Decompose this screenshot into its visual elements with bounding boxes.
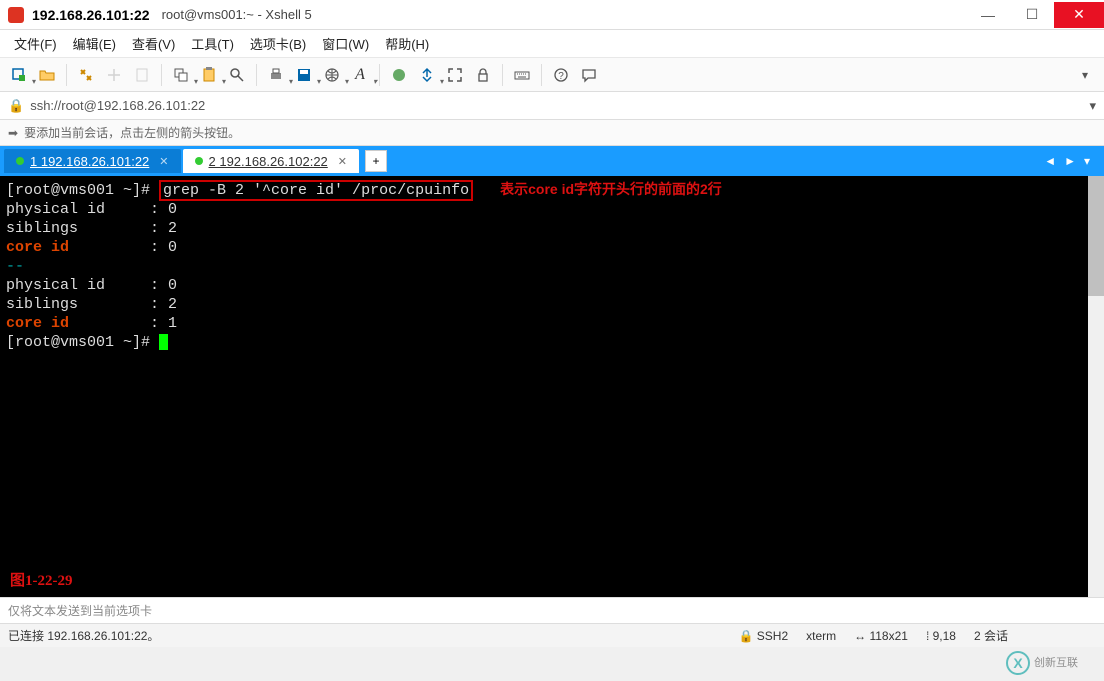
tab-prev-icon[interactable]: ◄	[1044, 154, 1056, 168]
tab-list-icon[interactable]: ▾	[1084, 154, 1090, 168]
watermark: X 创新互联	[1006, 649, 1096, 677]
output-line: siblings : 2	[6, 296, 177, 313]
separator: --	[6, 258, 24, 275]
tab-next-icon[interactable]: ►	[1064, 154, 1076, 168]
status-size: ↔ 118x21	[854, 629, 908, 643]
font-icon[interactable]: A	[347, 62, 373, 88]
chat-icon[interactable]	[576, 62, 602, 88]
copy-icon[interactable]	[168, 62, 194, 88]
tab-session-1[interactable]: 1 192.168.26.101:22 ✕	[4, 149, 181, 173]
fullscreen-icon[interactable]	[442, 62, 468, 88]
title-session: root@vms001:~ - Xshell 5	[162, 7, 312, 22]
status-cursor-pos: ⁞ 9,18	[926, 629, 956, 643]
menu-file[interactable]: 文件(F)	[8, 30, 63, 57]
status-bar: 已连接 192.168.26.101:22。 🔒 SSH2 xterm ↔ 11…	[0, 623, 1104, 647]
output-line: siblings : 2	[6, 220, 177, 237]
match-text: core id	[6, 315, 69, 332]
open-folder-icon[interactable]	[34, 62, 60, 88]
address-url: ssh://root@192.168.26.101:22	[30, 98, 205, 113]
paste-icon[interactable]	[196, 62, 222, 88]
maximize-button[interactable]: ☐	[1010, 2, 1054, 28]
prompt: [root@vms001 ~]#	[6, 334, 159, 351]
status-termtype: xterm	[806, 629, 836, 643]
watermark-logo-icon: X	[1006, 651, 1030, 675]
titlebar: 192.168.26.101:22 root@vms001:~ - Xshell…	[0, 0, 1104, 30]
print-icon[interactable]	[263, 62, 289, 88]
svg-text:?: ?	[558, 71, 564, 82]
menu-tools[interactable]: 工具(T)	[185, 30, 240, 57]
scrollbar-thumb[interactable]	[1088, 176, 1104, 296]
tab-close-icon[interactable]: ✕	[338, 155, 347, 168]
title-host: 192.168.26.101:22	[32, 7, 150, 23]
compose-input[interactable]: 仅将文本发送到当前选项卡	[0, 597, 1104, 623]
status-connection: 已连接 192.168.26.101:22。	[8, 627, 159, 644]
menu-window[interactable]: 窗口(W)	[316, 30, 375, 57]
tab-close-icon[interactable]: ✕	[159, 155, 168, 168]
tab-strip: 1 192.168.26.101:22 ✕ 2 192.168.26.102:2…	[0, 146, 1104, 176]
compose-placeholder: 仅将文本发送到当前选项卡	[8, 602, 152, 619]
terminal[interactable]: [root@vms001 ~]# grep -B 2 '^core id' /p…	[0, 176, 1104, 597]
app-icon	[8, 7, 24, 23]
terminal-scrollbar[interactable]	[1088, 176, 1104, 597]
output-line: : 1	[69, 315, 177, 332]
tab-label: 1 192.168.26.101:22	[30, 154, 149, 169]
tab-label: 2 192.168.26.102:22	[209, 154, 328, 169]
close-button[interactable]: ✕	[1054, 2, 1104, 28]
menubar: 文件(F) 编辑(E) 查看(V) 工具(T) 选项卡(B) 窗口(W) 帮助(…	[0, 30, 1104, 58]
hint-text: 要添加当前会话，点击左侧的箭头按钮。	[24, 124, 240, 141]
annotation-text: 表示core id字符开头行的前面的2行	[500, 181, 722, 197]
prompt: [root@vms001 ~]#	[6, 182, 159, 199]
match-text: core id	[6, 239, 69, 256]
status-dot-icon	[16, 157, 24, 165]
menu-help[interactable]: 帮助(H)	[379, 30, 435, 57]
reconnect-icon[interactable]	[73, 62, 99, 88]
address-dropdown-icon[interactable]: ▾	[1089, 98, 1096, 114]
tab-nav: ◄ ► ▾	[1044, 154, 1100, 168]
status-dot-icon	[195, 157, 203, 165]
help-icon[interactable]: ?	[548, 62, 574, 88]
highlighted-command: grep -B 2 '^core id' /proc/cpuinfo	[159, 180, 473, 201]
add-tab-button[interactable]: +	[365, 150, 387, 172]
output-line: physical id : 0	[6, 277, 177, 294]
menu-view[interactable]: 查看(V)	[126, 30, 181, 57]
status-ssh: 🔒 SSH2	[738, 629, 788, 643]
address-bar[interactable]: 🔒 ssh://root@192.168.26.101:22 ▾	[0, 92, 1104, 120]
figure-label: 图1-22-29	[10, 572, 73, 591]
lock-small-icon: 🔒	[8, 98, 24, 114]
save-icon[interactable]	[291, 62, 317, 88]
globe-icon[interactable]	[319, 62, 345, 88]
transfer-icon[interactable]	[414, 62, 440, 88]
minimize-button[interactable]: —	[966, 2, 1010, 28]
hint-arrow-icon[interactable]: ➡	[8, 126, 18, 140]
disconnect-icon[interactable]	[101, 62, 127, 88]
cursor	[159, 334, 168, 350]
toolbar: A ? ▾	[0, 58, 1104, 92]
tab-session-2[interactable]: 2 192.168.26.102:22 ✕	[183, 149, 360, 173]
toolbar-overflow-icon[interactable]: ▾	[1072, 62, 1098, 88]
hint-bar: ➡ 要添加当前会话，点击左侧的箭头按钮。	[0, 120, 1104, 146]
search-icon[interactable]	[224, 62, 250, 88]
keyboard-icon[interactable]	[509, 62, 535, 88]
properties-icon[interactable]	[129, 62, 155, 88]
output-line: : 0	[69, 239, 177, 256]
watermark-text: 创新互联	[1034, 658, 1078, 669]
script-icon[interactable]	[386, 62, 412, 88]
status-sessions: 2 会话	[974, 627, 1008, 644]
menu-tabs[interactable]: 选项卡(B)	[244, 30, 312, 57]
window-buttons: — ☐ ✕	[966, 2, 1104, 28]
menu-edit[interactable]: 编辑(E)	[67, 30, 122, 57]
output-line: physical id : 0	[6, 201, 177, 218]
lock-icon[interactable]	[470, 62, 496, 88]
new-session-icon[interactable]	[6, 62, 32, 88]
